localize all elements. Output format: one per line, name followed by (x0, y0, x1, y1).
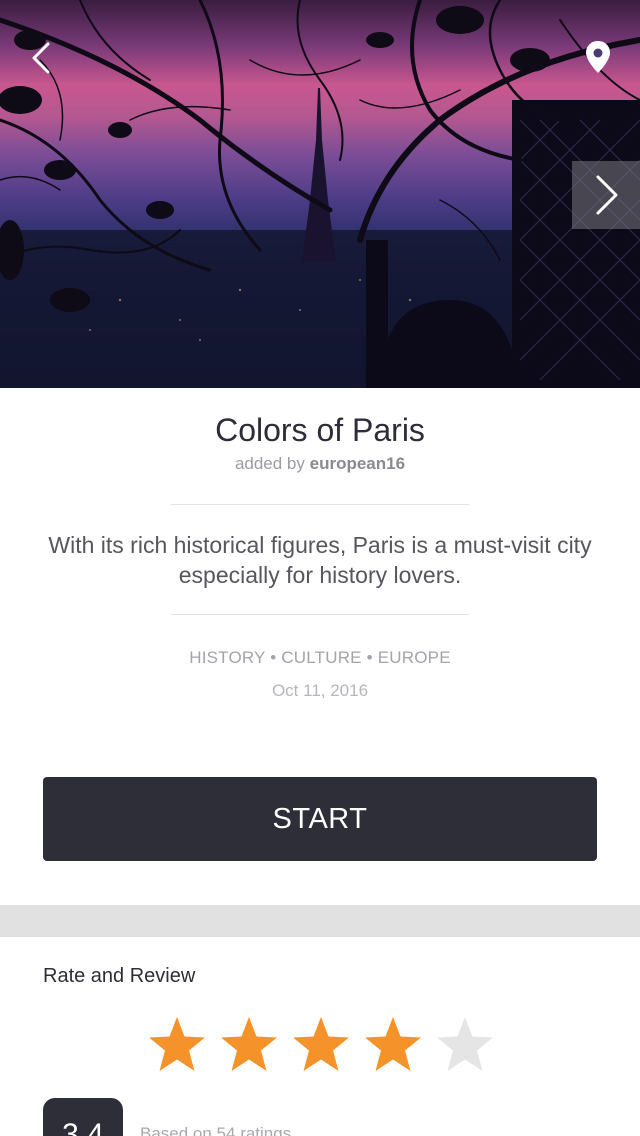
star-filled-icon[interactable] (143, 1013, 215, 1079)
star-filled-icon[interactable] (287, 1013, 359, 1079)
tag-separator: • (270, 648, 282, 667)
star-filled-icon[interactable] (215, 1013, 287, 1079)
average-score-badge: 3.4 (43, 1098, 123, 1136)
back-button[interactable] (22, 38, 62, 78)
paris-skyline-photo (0, 0, 640, 388)
divider-bottom (171, 614, 469, 615)
next-image-button[interactable] (572, 161, 640, 229)
location-button[interactable] (584, 40, 612, 74)
map-pin-icon (586, 41, 610, 73)
tag-culture: CULTURE (281, 648, 362, 667)
tag-europe: EUROPE (377, 648, 451, 667)
tour-description: With its rich historical figures, Paris … (48, 532, 592, 588)
hero-image (0, 0, 640, 388)
star-filled-icon[interactable] (359, 1013, 431, 1079)
tag-separator: • (366, 648, 378, 667)
added-by-line: added by european16 (0, 454, 640, 474)
tour-tags: HISTORY • CULTURE • EUROPE (0, 648, 640, 668)
tour-title: Colors of Paris (215, 412, 425, 448)
tag-history: HISTORY (189, 648, 266, 667)
star-empty-icon[interactable] (431, 1013, 503, 1079)
chevron-left-icon (32, 42, 50, 74)
divider-top (171, 504, 469, 505)
added-by-prefix: added by (234, 454, 305, 473)
start-button[interactable]: START (43, 777, 597, 861)
section-separator (0, 905, 640, 937)
author-link[interactable]: european16 (310, 454, 405, 473)
chevron-right-icon (596, 175, 618, 215)
rate-review-title: Rate and Review (43, 965, 196, 987)
tour-date: Oct 11, 2016 (271, 681, 369, 700)
ratings-count: Based on 54 ratings (140, 1124, 292, 1136)
rating-stars[interactable] (143, 1013, 503, 1079)
